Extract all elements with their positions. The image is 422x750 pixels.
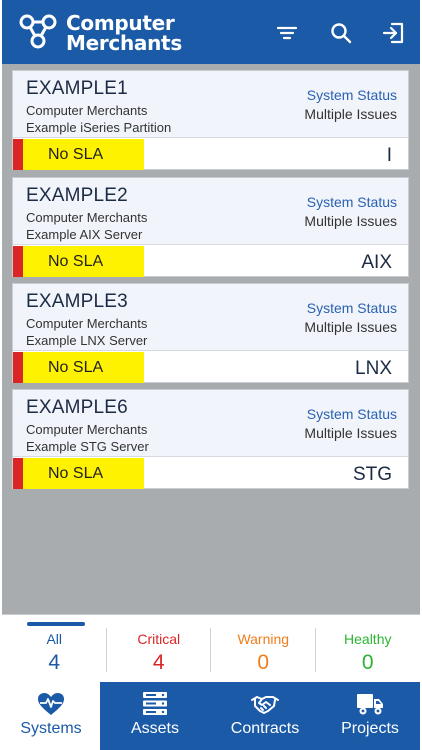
nav-label: Projects <box>341 720 399 737</box>
filter-count: 4 <box>152 651 165 674</box>
active-filter-indicator <box>27 622 85 626</box>
card-header: EXAMPLE2 Computer Merchants Example AIX … <box>13 178 408 245</box>
filter-count: 0 <box>361 651 374 674</box>
nav-projects[interactable]: Projects <box>320 682 420 750</box>
asset-os: I <box>386 145 392 166</box>
card-header: EXAMPLE6 Computer Merchants Example STG … <box>13 390 408 457</box>
filter-count: 4 <box>48 651 61 674</box>
asset-company: Computer Merchants <box>26 210 148 225</box>
asset-description: Example LNX Server <box>26 333 148 348</box>
brand-line-2: Merchants <box>66 31 182 55</box>
sla-badge: No SLA <box>23 246 144 277</box>
system-status-value: Multiple Issues <box>304 213 397 229</box>
nav-label: Assets <box>130 720 179 737</box>
filter-all[interactable]: All 4 <box>2 615 107 683</box>
asset-card[interactable]: EXAMPLE2 Computer Merchants Example AIX … <box>12 177 409 277</box>
brand-name: Computer Merchants <box>66 13 182 53</box>
system-status-link[interactable]: System Status <box>307 300 397 316</box>
app-frame: Computer Merchants EXAMPLE1 Computer Mer… <box>2 0 420 750</box>
system-status-link[interactable]: System Status <box>307 194 397 210</box>
asset-os: LNX <box>355 358 392 379</box>
heart-pulse-icon <box>36 691 66 717</box>
filter-label: Healthy <box>344 631 392 647</box>
system-status-value: Multiple Issues <box>304 319 397 335</box>
sla-badge: No SLA <box>23 458 144 489</box>
sla-indicator-strip <box>13 246 23 277</box>
handshake-icon <box>250 691 280 717</box>
nav-contracts[interactable]: Contracts <box>210 682 320 750</box>
filter-critical[interactable]: Critical 4 <box>107 615 211 683</box>
bottom-nav: Systems Assets Contracts Projects <box>2 682 420 750</box>
nav-label: Systems <box>20 720 82 737</box>
asset-name: EXAMPLE6 <box>26 397 128 418</box>
filter-label: All <box>46 631 63 647</box>
nav-label: Contracts <box>230 720 300 737</box>
filter-label: Warning <box>237 631 290 647</box>
card-header: EXAMPLE3 Computer Merchants Example LNX … <box>13 284 408 351</box>
asset-os: STG <box>352 464 392 485</box>
asset-card[interactable]: EXAMPLE6 Computer Merchants Example STG … <box>12 389 409 489</box>
sla-badge: No SLA <box>23 352 144 383</box>
company-logo-icon <box>18 10 62 54</box>
brand-line-1: Computer <box>66 11 175 35</box>
asset-card[interactable]: EXAMPLE3 Computer Merchants Example LNX … <box>12 283 409 383</box>
truck-icon <box>355 691 385 717</box>
system-status-value: Multiple Issues <box>304 106 397 122</box>
asset-os: AIX <box>361 252 392 273</box>
logout-icon[interactable] <box>381 20 407 46</box>
sla-badge: No SLA <box>23 139 144 170</box>
asset-card[interactable]: EXAMPLE1 Computer Merchants Example iSer… <box>12 70 409 170</box>
filter-icon[interactable] <box>274 20 300 46</box>
asset-name: EXAMPLE2 <box>26 185 128 206</box>
filter-count: 0 <box>257 651 270 674</box>
system-status-link[interactable]: System Status <box>307 406 397 422</box>
search-icon[interactable] <box>328 20 354 46</box>
sla-indicator-strip <box>13 139 23 170</box>
asset-company: Computer Merchants <box>26 103 148 118</box>
asset-description: Example iSeries Partition <box>26 120 172 135</box>
asset-company: Computer Merchants <box>26 316 148 331</box>
filter-healthy[interactable]: Healthy 0 <box>316 615 421 683</box>
asset-description: Example AIX Server <box>26 227 143 242</box>
filter-label: Critical <box>137 631 181 647</box>
app-header: Computer Merchants <box>2 0 420 64</box>
system-status-value: Multiple Issues <box>304 425 397 441</box>
asset-name: EXAMPLE1 <box>26 78 128 99</box>
server-rack-icon <box>140 691 170 717</box>
nav-assets[interactable]: Assets <box>100 682 210 750</box>
asset-description: Example STG Server <box>26 439 149 454</box>
sla-indicator-strip <box>13 352 23 383</box>
filter-warning[interactable]: Warning 0 <box>211 615 316 683</box>
asset-company: Computer Merchants <box>26 422 148 437</box>
card-header: EXAMPLE1 Computer Merchants Example iSer… <box>13 71 408 138</box>
status-filter-bar: All 4 Critical 4 Warning 0 Healthy 0 <box>2 614 420 682</box>
asset-name: EXAMPLE3 <box>26 291 128 312</box>
sla-indicator-strip <box>13 458 23 489</box>
nav-systems[interactable]: Systems <box>2 682 100 750</box>
system-status-link[interactable]: System Status <box>307 87 397 103</box>
